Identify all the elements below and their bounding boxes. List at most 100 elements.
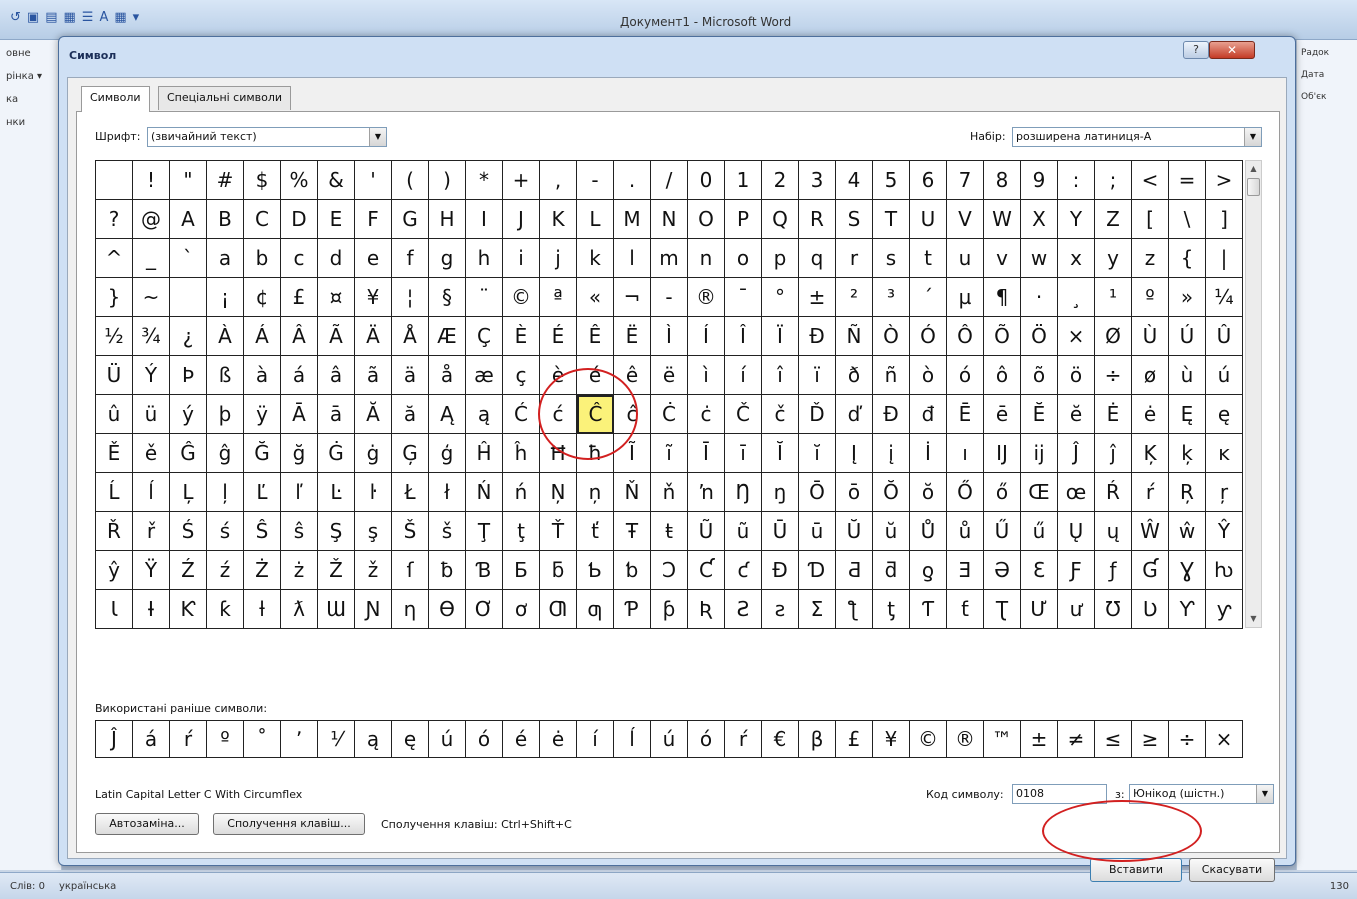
symbol-cell[interactable]: Ö [1021, 317, 1058, 356]
symbol-cell[interactable]: à [244, 356, 281, 395]
symbol-cell[interactable]: æ [466, 356, 503, 395]
symbol-cell[interactable]: F [355, 200, 392, 239]
symbol-cell[interactable]: | [1206, 239, 1243, 278]
save-icon[interactable]: ▣ [27, 10, 39, 25]
symbol-cell[interactable]: ® [688, 278, 725, 317]
symbol-cell[interactable]: ô [984, 356, 1021, 395]
symbol-cell[interactable]: , [540, 161, 577, 200]
symbol-cell[interactable]: Ū [762, 512, 799, 551]
symbol-cell[interactable]: ¶ [984, 278, 1021, 317]
symbol-cell[interactable]: $ [244, 161, 281, 200]
recent-symbol-cell[interactable]: ú [651, 721, 688, 758]
symbol-cell[interactable]: a [207, 239, 244, 278]
symbol-cell[interactable]: Ɣ [1169, 551, 1206, 590]
symbol-cell[interactable]: ŕ [1132, 473, 1169, 512]
symbol-cell[interactable]: Ŵ [1132, 512, 1169, 551]
symbol-cell[interactable]: Ə [984, 551, 1021, 590]
symbol-cell[interactable]: # [207, 161, 244, 200]
symbol-cell[interactable]: © [503, 278, 540, 317]
symbol-cell[interactable]: Ø [1095, 317, 1132, 356]
symbol-cell[interactable]: ş [355, 512, 392, 551]
symbol-cell[interactable]: ý [170, 395, 207, 434]
symbol-cell[interactable]: Ĉ [577, 395, 614, 434]
symbol-cell[interactable]: Ţ [466, 512, 503, 551]
symbol-cell[interactable]: ē [984, 395, 1021, 434]
symbol-cell[interactable]: ĭ [799, 434, 836, 473]
ribbon-right-item[interactable]: Об'єк [1297, 84, 1357, 106]
symbol-cell[interactable]: 9 [1021, 161, 1058, 200]
ribbon-left-item[interactable]: ка [0, 86, 61, 109]
recent-symbol-cell[interactable]: ĺ [614, 721, 651, 758]
symbol-cell[interactable]: ı [947, 434, 984, 473]
symbol-cell[interactable]: û [96, 395, 133, 434]
symbol-cell[interactable]: ľ [281, 473, 318, 512]
symbol-cell[interactable]: Ő [947, 473, 984, 512]
symbol-cell[interactable]: u [947, 239, 984, 278]
symbol-cell[interactable]: i [503, 239, 540, 278]
symbol-cell[interactable]: Ĝ [170, 434, 207, 473]
symbol-cell[interactable]: µ [947, 278, 984, 317]
shortcut-key-button[interactable]: Сполучення клавіш... [213, 813, 365, 835]
symbol-cell[interactable]: ą [466, 395, 503, 434]
symbol-cell[interactable]: Î [725, 317, 762, 356]
symbol-cell[interactable]: Ľ [244, 473, 281, 512]
symbol-cell[interactable]: Ú [1169, 317, 1206, 356]
symbol-cell[interactable]: Â [281, 317, 318, 356]
symbol-cell[interactable]: - [577, 161, 614, 200]
symbol-cell[interactable]: Ÿ [133, 551, 170, 590]
symbol-cell[interactable]: Ś [170, 512, 207, 551]
symbol-cell[interactable]: ź [207, 551, 244, 590]
symbol-cell[interactable]: Æ [429, 317, 466, 356]
symbol-cell[interactable]: ģ [429, 434, 466, 473]
symbol-cell[interactable]: ! [133, 161, 170, 200]
symbol-cell[interactable]: Ê [577, 317, 614, 356]
symbol-cell[interactable]: Ɠ [1132, 551, 1169, 590]
symbol-cell[interactable]: Ƨ [725, 590, 762, 629]
symbol-cell[interactable]: z [1132, 239, 1169, 278]
symbol-cell[interactable]: ġ [355, 434, 392, 473]
symbol-cell[interactable]: Ʊ [1095, 590, 1132, 629]
symbol-cell[interactable]: d [318, 239, 355, 278]
symbol-cell[interactable]: j [540, 239, 577, 278]
symbol-cell[interactable]: ŉ [688, 473, 725, 512]
symbol-cell[interactable]: Ɛ [1021, 551, 1058, 590]
symbol-cell[interactable]: Z [1095, 200, 1132, 239]
symbol-cell[interactable]: Ģ [392, 434, 429, 473]
symbol-cell[interactable]: Õ [984, 317, 1021, 356]
symbol-cell[interactable] [96, 161, 133, 200]
symbol-cell[interactable]: % [281, 161, 318, 200]
symbol-cell[interactable]: ú [1206, 356, 1243, 395]
symbol-cell[interactable]: W [984, 200, 1021, 239]
symbol-cell[interactable]: ŧ [651, 512, 688, 551]
symbol-cell[interactable]: ƀ [429, 551, 466, 590]
symbol-cell[interactable]: 3 [799, 161, 836, 200]
symbol-cell[interactable]: õ [1021, 356, 1058, 395]
symbol-cell[interactable]: ż [281, 551, 318, 590]
symbol-cell[interactable]: { [1169, 239, 1206, 278]
symbol-cell[interactable]: P [725, 200, 762, 239]
symbol-cell[interactable]: ƈ [725, 551, 762, 590]
recent-symbol-cell[interactable]: ó [688, 721, 725, 758]
symbol-cell[interactable]: ű [1021, 512, 1058, 551]
symbol-cell[interactable]: Ƭ [910, 590, 947, 629]
symbol-cell[interactable]: » [1169, 278, 1206, 317]
symbol-cell[interactable]: 8 [984, 161, 1021, 200]
symbol-cell[interactable]: Ł [392, 473, 429, 512]
symbol-cell[interactable]: î [762, 356, 799, 395]
symbol-cell[interactable]: Ę [1169, 395, 1206, 434]
from-select[interactable]: Юнікод (шістн.) ▼ [1129, 784, 1274, 804]
symbol-cell[interactable]: Ŷ [1206, 512, 1243, 551]
cancel-button[interactable]: Скасувати [1189, 858, 1275, 882]
symbol-cell[interactable]: [ [1132, 200, 1169, 239]
symbol-cell[interactable]: ƨ [762, 590, 799, 629]
symbol-cell[interactable]: Œ [1021, 473, 1058, 512]
symbol-cell[interactable]: ư [1058, 590, 1095, 629]
symbol-cell[interactable]: ò [910, 356, 947, 395]
symbol-cell[interactable]: ¦ [392, 278, 429, 317]
recent-symbol-cell[interactable]: ė [540, 721, 577, 758]
symbol-cell[interactable]: U [910, 200, 947, 239]
symbol-cell[interactable]: ~ [133, 278, 170, 317]
recent-symbol-cell[interactable]: × [1206, 721, 1243, 758]
symbol-cell[interactable]: G [392, 200, 429, 239]
symbol-cell[interactable]: ( [392, 161, 429, 200]
